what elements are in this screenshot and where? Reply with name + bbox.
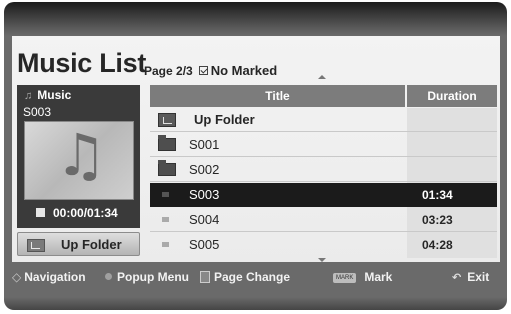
music-note-icon: ♫ <box>55 121 107 189</box>
guide-exit: ↶ Exit <box>452 270 489 284</box>
scroll-up-arrow-icon[interactable] <box>318 75 326 79</box>
up-folder-button-label: Up Folder <box>61 237 122 252</box>
guide-mark: MARK Mark <box>333 270 392 284</box>
row-divider <box>150 156 497 157</box>
table-row-selected[interactable]: S003 01:34 <box>150 183 497 207</box>
guide-popup-menu-label: Popup Menu <box>117 270 189 284</box>
now-playing-panel: ♫ Music S003 ♫ 00:00/01:34 <box>17 85 140 228</box>
row-title: S004 <box>189 212 220 227</box>
button-guide-bar: ◇ Navigation Popup Menu Page Change MARK M… <box>4 270 507 290</box>
category-header: ♫ Music <box>24 88 71 102</box>
scroll-down-arrow-icon[interactable] <box>318 258 326 262</box>
guide-page-change-label: Page Change <box>214 270 291 284</box>
table-row[interactable]: S004 03:23 <box>150 208 497 232</box>
up-folder-icon <box>158 113 176 127</box>
checkbox-icon <box>198 66 208 75</box>
row-duration: 04:28 <box>422 238 453 252</box>
row-divider <box>150 131 497 132</box>
guide-page-change: Page Change <box>200 270 290 284</box>
file-table: Title Duration Up Folder S001 S002 S003 … <box>150 85 497 258</box>
ok-button-icon <box>105 273 112 280</box>
category-label: Music <box>37 88 72 102</box>
row-title: S002 <box>189 162 220 177</box>
row-title: Up Folder <box>194 112 255 127</box>
time-label: 00:00/01:34 <box>53 206 118 220</box>
guide-navigation-label: Navigation <box>24 270 86 284</box>
page-change-icon <box>200 271 210 283</box>
up-folder-button[interactable]: Up Folder <box>17 232 140 256</box>
tv-screen: Music List Page 2/3 No Marked ♫ Music S003… <box>4 2 507 310</box>
row-divider <box>150 181 497 182</box>
marked-status: No Marked <box>210 63 278 78</box>
current-file-name: S003 <box>23 105 52 119</box>
navigation-arrows-icon: ◇ <box>12 270 22 284</box>
album-thumbnail: ♫ <box>24 121 134 200</box>
guide-exit-label: Exit <box>467 270 490 284</box>
table-row[interactable]: S005 04:28 <box>150 233 497 257</box>
row-duration: 01:34 <box>422 188 453 202</box>
return-arrow-icon: ↶ <box>452 272 462 284</box>
table-row[interactable]: S002 <box>150 158 497 182</box>
guide-navigation: ◇ Navigation <box>12 270 86 284</box>
page-indicator: Page 2/3 No Marked <box>144 63 277 78</box>
folder-icon <box>158 135 176 151</box>
table-row[interactable]: S001 <box>150 133 497 157</box>
guide-mark-label: Mark <box>364 270 393 284</box>
music-file-icon <box>162 217 169 222</box>
row-divider <box>150 231 497 232</box>
folder-icon <box>158 160 176 176</box>
row-title: S005 <box>189 237 220 252</box>
music-file-icon <box>162 192 169 197</box>
music-note-icon: ♫ <box>24 90 33 102</box>
playback-time: 00:00/01:34 <box>36 206 118 220</box>
row-duration: 03:23 <box>422 213 453 227</box>
mark-button-icon: MARK <box>333 273 357 283</box>
row-title: S001 <box>189 137 220 152</box>
page-title: Music List <box>17 48 147 78</box>
row-title: S003 <box>189 187 220 202</box>
stop-icon <box>36 208 45 217</box>
up-folder-icon <box>27 239 45 252</box>
column-header-title[interactable]: Title <box>150 85 405 107</box>
page-number: Page 2/3 <box>144 64 193 78</box>
column-header-duration[interactable]: Duration <box>407 85 497 107</box>
table-row[interactable]: Up Folder <box>150 108 497 132</box>
guide-popup-menu: Popup Menu <box>105 270 189 284</box>
music-file-icon <box>162 242 169 247</box>
